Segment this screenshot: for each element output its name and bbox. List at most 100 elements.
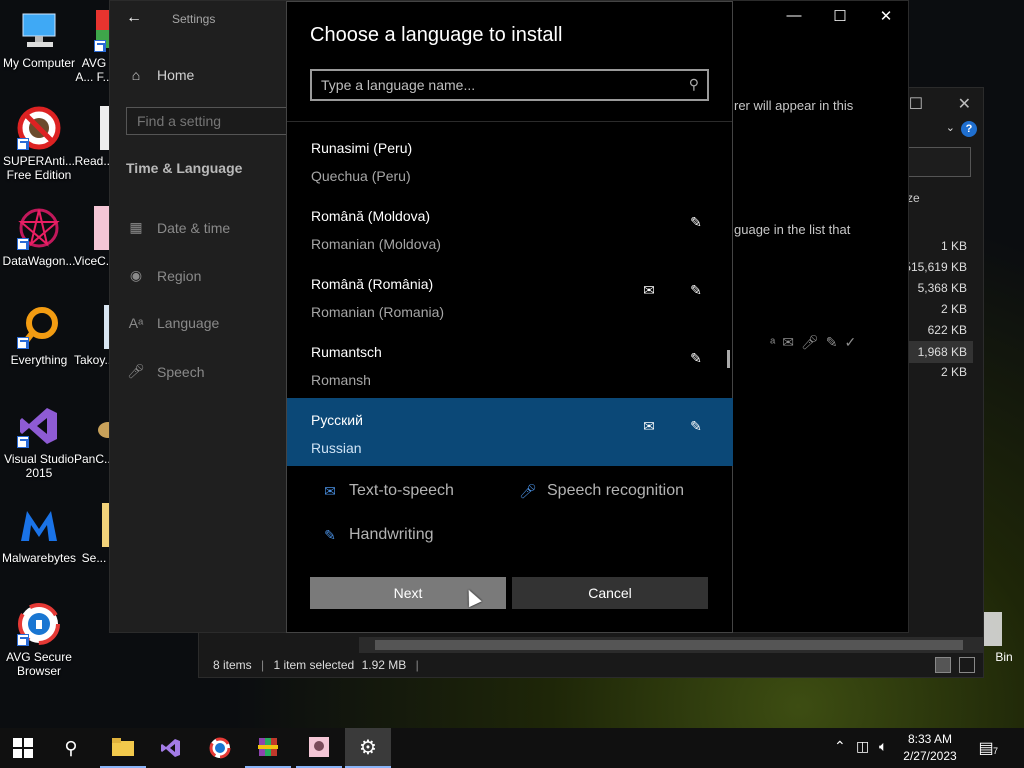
- selection-count: 1 item selected: [273, 658, 355, 672]
- language-search-box[interactable]: ⚲: [310, 69, 709, 101]
- globe-icon: ◉: [129, 267, 143, 283]
- language-search-input[interactable]: [312, 71, 672, 99]
- desktop-icon-read[interactable]: Read...: [74, 106, 114, 168]
- search-icon: ⚲: [64, 737, 78, 758]
- section-title: Time & Language: [126, 160, 243, 176]
- clock-date: 2/27/2023: [903, 749, 957, 763]
- notification-center-button[interactable]: ▤ 7: [966, 728, 1006, 768]
- visual-studio-icon: [17, 404, 61, 448]
- taskbar-avg-browser[interactable]: [197, 728, 243, 768]
- language-native-name: Rumantsch: [311, 344, 382, 360]
- taskbar-winrar[interactable]: [245, 728, 291, 768]
- back-arrow-icon[interactable]: ←: [126, 9, 142, 27]
- nav-home-label: Home: [157, 67, 195, 83]
- nav-region[interactable]: ◉ Region: [126, 267, 201, 284]
- nav-speech[interactable]: 🎤︎ Speech: [126, 363, 204, 380]
- feature-handwriting: ✎ Handwriting: [321, 526, 433, 544]
- folder-icon: [112, 738, 134, 756]
- file-size: 1 KB: [940, 239, 967, 253]
- windows-icon: [13, 738, 33, 758]
- feature-legend: ✉ Text-to-speech 🎤︎ Speech recognition ✎…: [287, 472, 733, 562]
- handwriting-icon: ✎: [690, 350, 702, 366]
- settings-sidebar: ← Settings ⌂ Home Time & Language ▦ Date…: [110, 1, 291, 632]
- file-size: 2 KB: [940, 365, 967, 379]
- choose-language-dialog: Choose a language to install ⚲ Runasimi …: [286, 1, 733, 633]
- language-native-name: Runasimi (Peru): [311, 140, 413, 156]
- search-icon[interactable]: ⚲: [689, 76, 699, 93]
- language-item-romansh[interactable]: Rumantsch Romansh ✎: [287, 330, 733, 398]
- handwriting-icon: ✎: [690, 282, 702, 298]
- settings-body-text: guage in the list that: [734, 222, 851, 237]
- desktop-icon-malwarebytes[interactable]: Malwarebytes: [0, 503, 78, 565]
- taskbar-settings[interactable]: ⚙: [345, 728, 391, 768]
- everything-icon: [17, 305, 61, 349]
- start-button[interactable]: [0, 728, 46, 768]
- explorer-window-controls: ☐ ✕: [909, 94, 971, 114]
- explorer-search-input[interactable]: [907, 147, 971, 177]
- desktop-icon-vicec[interactable]: ViceC...: [74, 206, 114, 268]
- desktop-icon-visual-studio[interactable]: Visual Studio 2015: [0, 404, 78, 480]
- nav-date-time[interactable]: ▦ Date & time: [126, 219, 230, 236]
- text-to-speech-icon: ✉: [643, 282, 655, 298]
- desktop-icon-takoy[interactable]: Takoy...: [74, 305, 114, 367]
- calendar-icon: ▦: [129, 219, 143, 235]
- gear-icon: ⚙: [359, 736, 377, 759]
- recycle-bin-label: Bin: [995, 650, 1013, 664]
- nav-label: Language: [157, 315, 220, 331]
- desktop-icon-everything[interactable]: Everything: [0, 305, 78, 367]
- desktop-icon-my-computer[interactable]: My Computer: [0, 8, 78, 70]
- feature-label: Handwriting: [349, 526, 434, 543]
- find-setting-input[interactable]: [126, 107, 291, 135]
- large-icons-view-icon[interactable]: [959, 657, 975, 673]
- minimize-button[interactable]: —: [771, 7, 817, 24]
- desktop-icon-avg-browser[interactable]: AVG Secure Browser: [0, 602, 78, 678]
- datawagon-icon: [17, 206, 61, 250]
- language-item-quechua-peru[interactable]: Runasimi (Peru) Quechua (Peru): [287, 126, 733, 194]
- file-size: 2 KB: [940, 302, 967, 316]
- maximize-button[interactable]: ☐: [817, 7, 863, 25]
- file-size: 622 KB: [927, 323, 967, 337]
- desktop-icon-avg[interactable]: AVG A... F...: [74, 8, 114, 84]
- taskbar-clock[interactable]: 8:33 AM 2/27/2023: [896, 731, 964, 765]
- horizontal-scrollbar[interactable]: [359, 637, 983, 653]
- divider: [287, 121, 732, 122]
- handwriting-icon: ✎: [324, 526, 336, 543]
- desktop-icon-se[interactable]: Se...: [74, 503, 114, 565]
- taskbar-viewer-app[interactable]: [296, 728, 342, 768]
- volume-icon[interactable]: 🔈︎: [879, 738, 887, 755]
- network-icon[interactable]: ◫: [856, 738, 869, 755]
- close-button[interactable]: ✕: [863, 7, 909, 25]
- search-button[interactable]: ⚲: [48, 728, 94, 768]
- details-view-icon[interactable]: [935, 657, 951, 673]
- cancel-button[interactable]: Cancel: [512, 577, 708, 609]
- language-item-romanian-romania[interactable]: Română (România) Romanian (Romania) ✉ ✎: [287, 262, 733, 330]
- text-to-speech-icon: ✉: [324, 482, 336, 499]
- chevron-up-icon[interactable]: ⌃: [834, 738, 846, 755]
- settings-body-text: rer will appear in this: [734, 98, 854, 113]
- computer-icon: [17, 8, 61, 52]
- language-item-romanian-moldova[interactable]: Română (Moldova) Romanian (Moldova) ✎: [287, 194, 733, 262]
- close-icon[interactable]: ✕: [958, 96, 971, 113]
- feature-label: Speech recognition: [547, 482, 684, 499]
- language-item-russian[interactable]: Русский Russian ✉ ✎: [287, 398, 733, 466]
- clock-time: 8:33 AM: [907, 732, 953, 746]
- language-native-name: Română (România): [311, 276, 434, 292]
- taskbar-file-explorer[interactable]: [100, 728, 146, 768]
- language-list-scrollbar[interactable]: [727, 350, 730, 368]
- language-list[interactable]: Runasimi (Peru) Quechua (Peru) Română (M…: [287, 126, 733, 470]
- desktop-icon-panc[interactable]: PanC...: [74, 404, 114, 466]
- desktop-icon-datawagon[interactable]: DataWagon...: [0, 206, 78, 268]
- desktop-icon-superantispyware[interactable]: SUPERAnti... Free Edition: [0, 106, 78, 182]
- help-icon[interactable]: ?: [961, 121, 977, 137]
- maximize-icon[interactable]: ☐: [909, 96, 923, 113]
- text-to-speech-icon: ✉: [643, 418, 655, 434]
- language-native-name: Русский: [311, 412, 363, 428]
- home-icon: ⌂: [131, 67, 141, 83]
- notification-icon: ▤: [978, 740, 994, 757]
- chevron-down-icon[interactable]: ⌄: [946, 121, 955, 134]
- item-count: 8 items: [213, 658, 252, 672]
- nav-language[interactable]: Aᵃ Language: [126, 315, 220, 331]
- language-native-name: Română (Moldova): [311, 208, 431, 224]
- taskbar-visual-studio[interactable]: [148, 728, 194, 768]
- nav-home[interactable]: ⌂ Home: [126, 67, 195, 83]
